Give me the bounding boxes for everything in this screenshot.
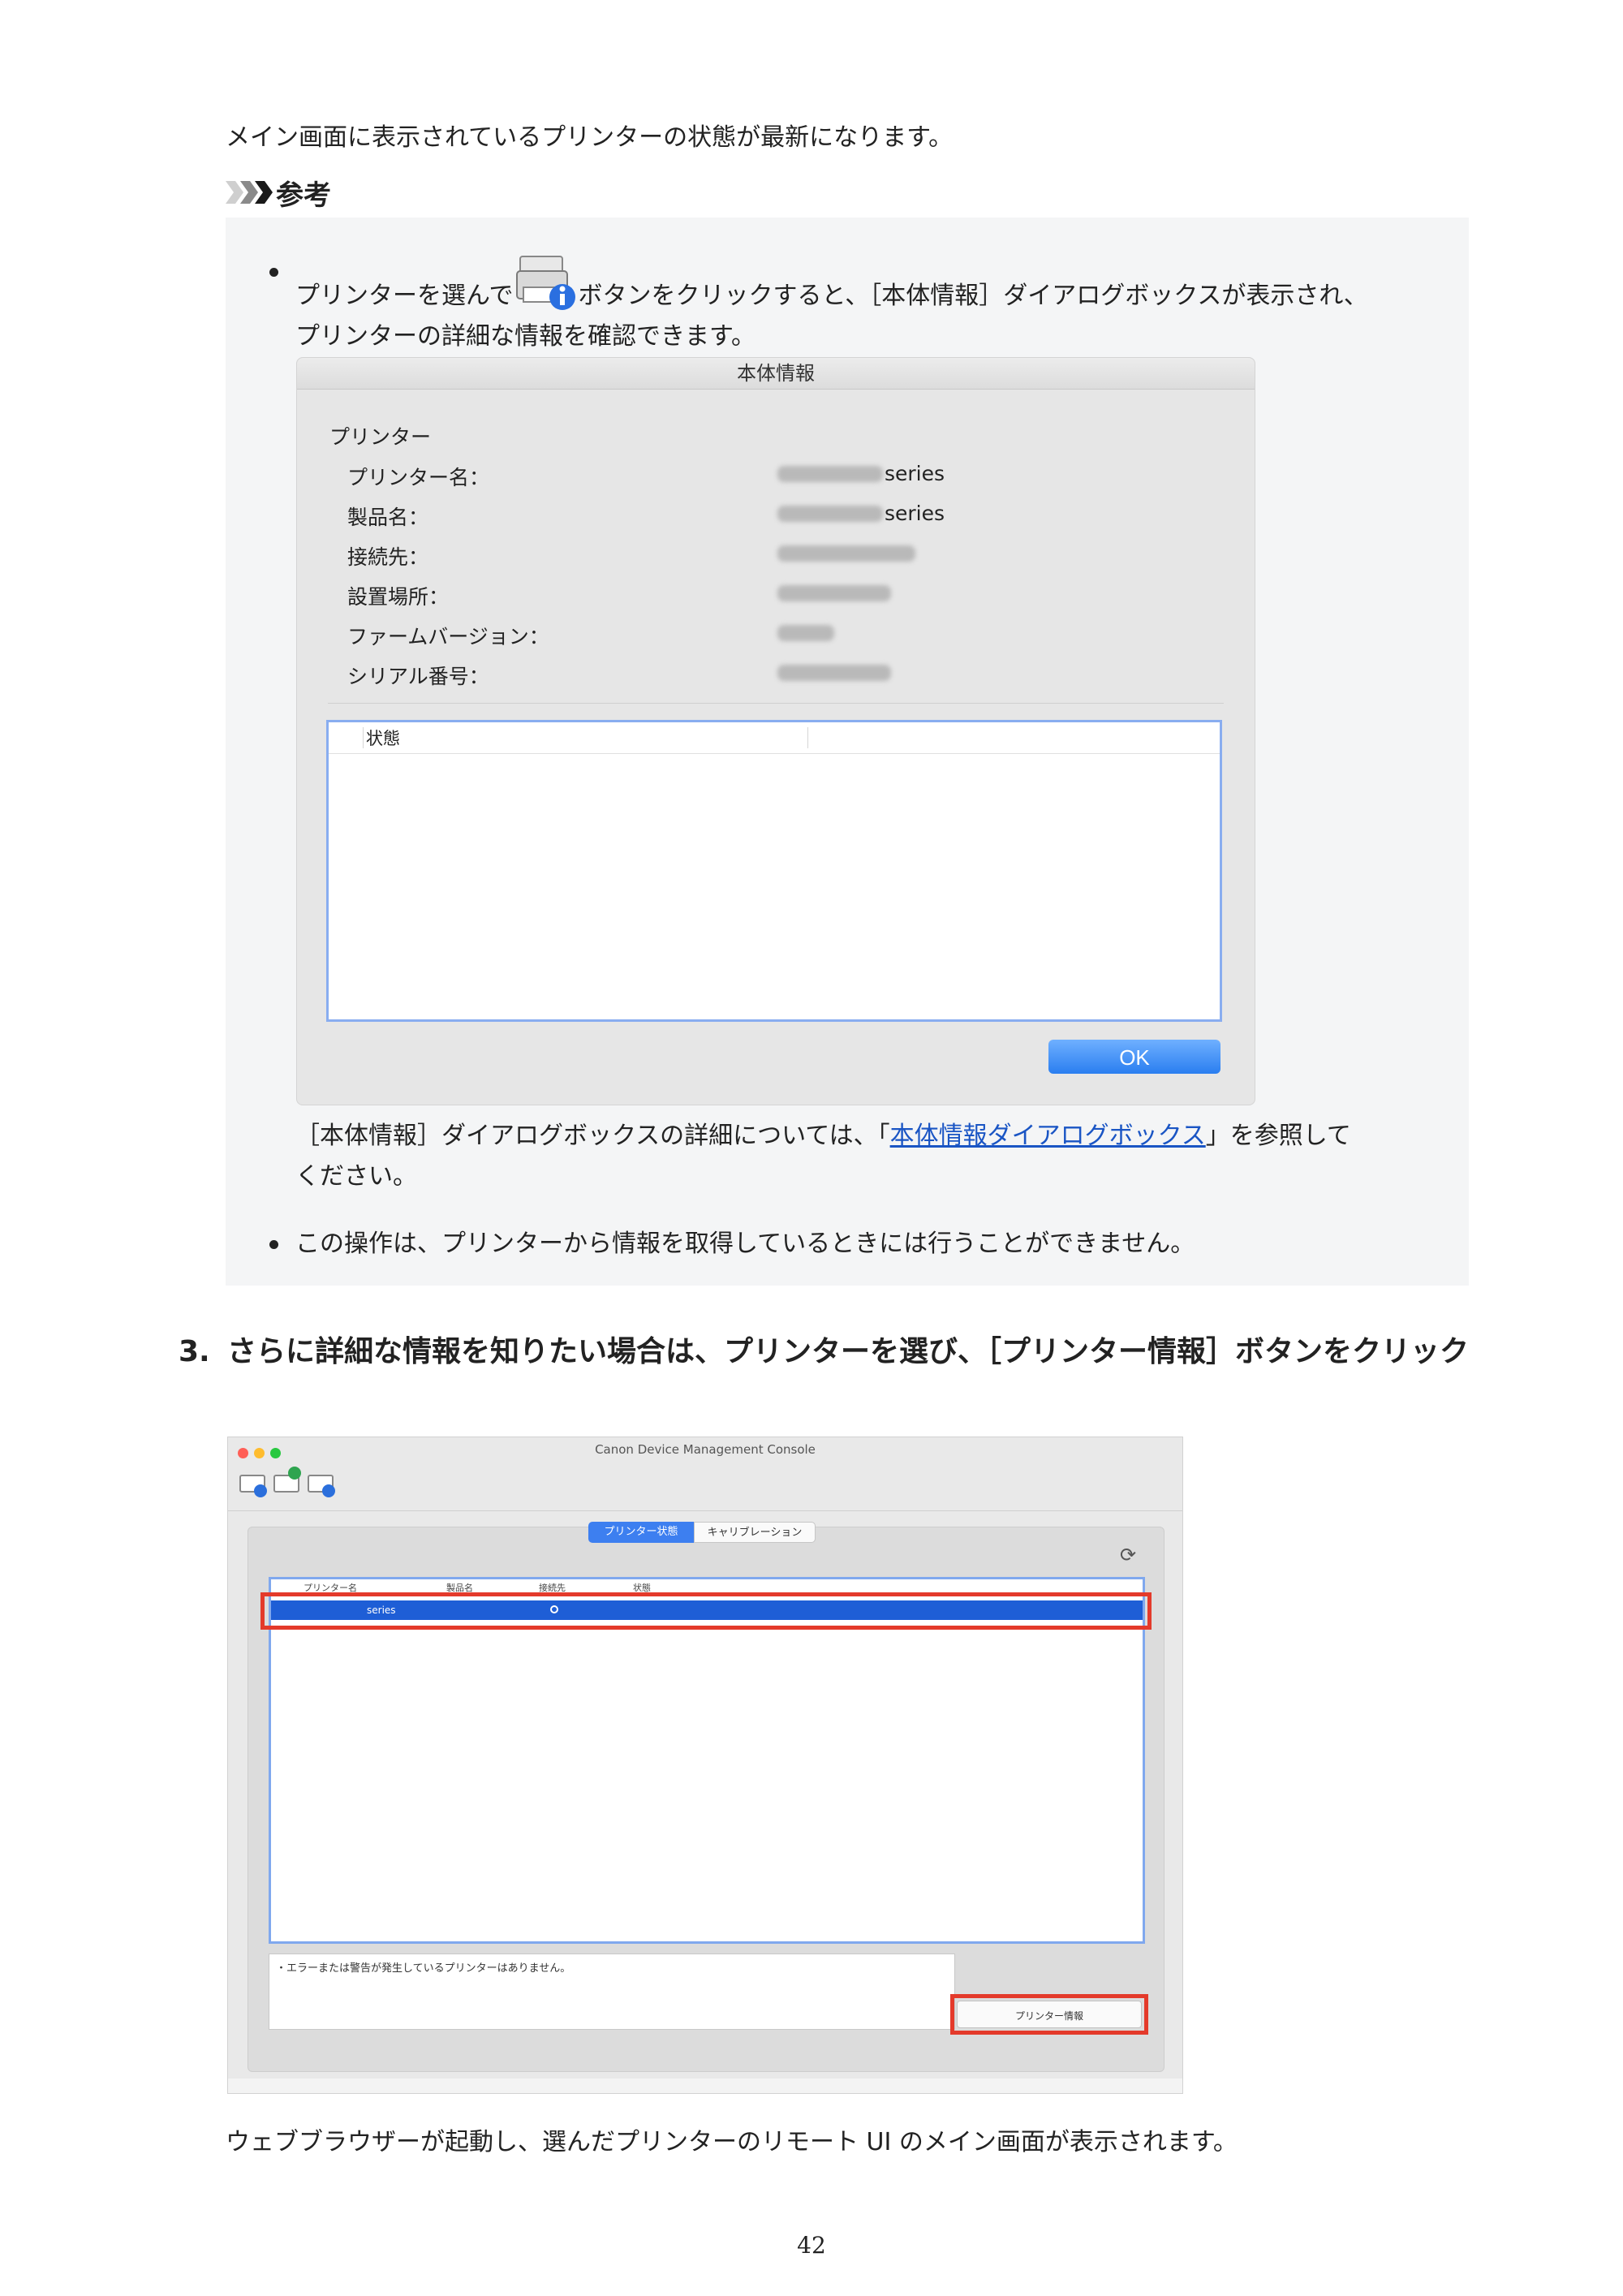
bullet-dot [269,1240,278,1249]
printer-name-value: series [885,462,945,485]
dialog-title: 本体情報 [297,358,1255,390]
ok-button[interactable]: OK [1048,1040,1220,1074]
printer-settings-icon[interactable] [236,1467,269,1499]
redacted-value [777,585,891,601]
bullet-dot [269,268,278,277]
printer-name-label: プリンター名： [347,466,490,489]
step-number: 3. [179,1335,210,1368]
main-info-dialog-link[interactable]: 本体情報ダイアログボックス [890,1122,1206,1150]
outro-text: ウェブブラウザーが起動し、選んだプリンターのリモート UI のメイン画面が表示さ… [226,2128,1238,2156]
window-bottom-bar [228,2078,1182,2093]
add-printer-icon[interactable] [270,1467,303,1499]
redacted-value [777,545,915,562]
status-message-box: ・エラーまたは警告が発生しているプリンターはありません。 [269,1954,955,2030]
note-bullet-1-pre: プリンターを選んで [295,282,514,310]
printer-list[interactable]: プリンター名 製品名 接続先 状態 series [269,1577,1145,1944]
page-number: 42 [797,2232,826,2259]
product-name-label: 製品名： [347,506,429,529]
note-bullet-2: この操作は、プリンターから情報を取得しているときには行うことができません。 [269,1224,1464,1264]
note-heading-label: 参考 [276,179,331,212]
redacted-value [777,625,834,641]
close-window-button[interactable] [238,1448,248,1458]
serial-label: シリアル番号： [347,665,489,688]
highlight-printer-info-button [950,1994,1148,2035]
note-ref-line2: ください。 [295,1162,417,1191]
status-list[interactable]: 状態 [326,720,1222,1022]
window-title: Canon Device Management Console [595,1442,816,1457]
note-ref-pre: ［本体情報］ダイアログボックスの詳細については、「 [295,1122,890,1150]
highlight-selected-row [260,1592,1152,1630]
note-bullet-1-post: ボタンをクリックすると、［本体情報］ダイアログボックスが表示され、 [578,282,1368,310]
main-info-dialog: 本体情報 プリンター プリンター名： series 製品名： series 接続… [296,357,1255,1105]
product-name-value: series [885,502,945,525]
zoom-window-button[interactable] [270,1448,281,1458]
printer-info-icon[interactable] [304,1467,337,1499]
note-reference: ［本体情報］ダイアログボックスの詳細については、「本体情報ダイアログボックス」を… [295,1116,1464,1197]
status-list-header: 状態 [329,722,1220,754]
dialog-divider [328,703,1224,704]
refresh-icon[interactable]: ⟳ [1117,1544,1139,1566]
tab-printer-status[interactable]: プリンター状態 [588,1522,694,1543]
note-bullet-1: プリンターを選んで ボタンをクリックすると、［本体情報］ダイアログボックスが表示… [269,252,1464,357]
connection-label: 接続先： [347,545,429,569]
intro-text: メイン画面に表示されているプリンターの状態が最新になります。 [226,123,954,152]
toolbar-divider [228,1510,1182,1511]
note-bullet-1-line2: プリンターの詳細な情報を確認できます。 [295,322,756,351]
status-column-header: 状態 [366,729,400,748]
redacted-value [777,466,883,482]
device-management-console-window: Canon Device Management Console プリンター状態 … [227,1437,1183,2094]
dialog-section-label: プリンター [329,425,432,449]
chevron-right-icon [255,181,273,204]
tab-calibration[interactable]: キャリブレーション [694,1522,816,1543]
printer-info-icon [515,252,577,313]
firmware-label: ファームバージョン： [347,625,549,648]
note-ref-post: 」を参照して [1205,1122,1351,1150]
redacted-value [777,506,883,522]
note-bullet-2-text: この操作は、プリンターから情報を取得しているときには行うことができません。 [295,1230,1195,1258]
step-text: さらに詳細な情報を知りたい場合は、プリンターを選び、［プリンター情報］ボタンをク… [227,1335,1470,1368]
redacted-value [777,665,891,681]
minimize-window-button[interactable] [254,1448,265,1458]
note-heading: 参考 [226,172,331,213]
location-label: 設置場所： [347,585,450,609]
